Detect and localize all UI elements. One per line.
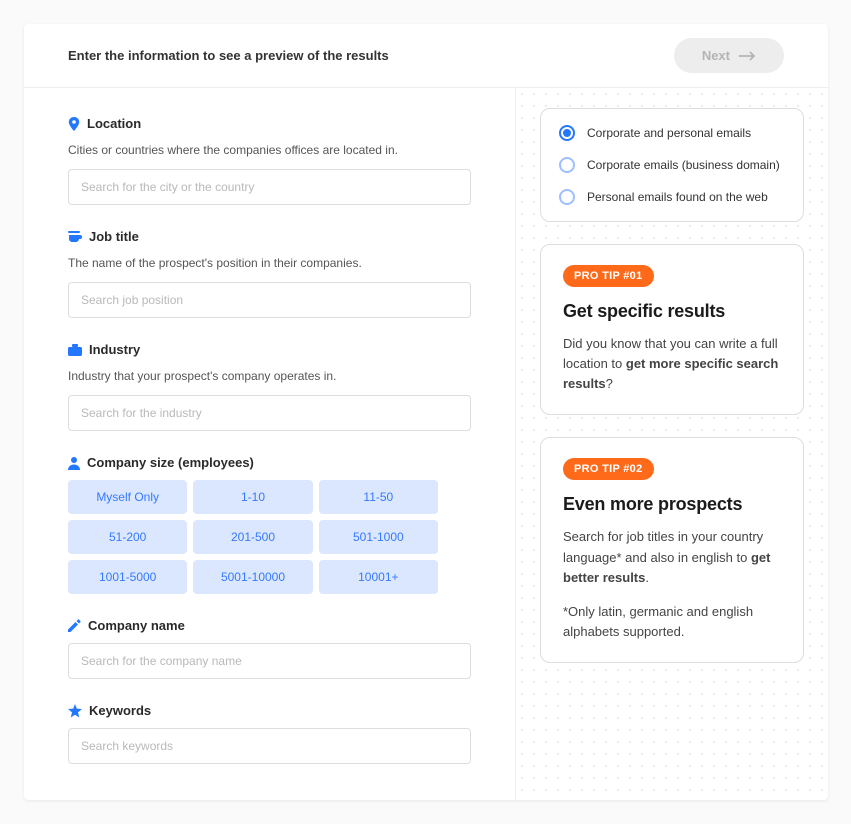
size-chip[interactable]: Myself Only <box>68 480 187 514</box>
size-chip[interactable]: 11-50 <box>319 480 438 514</box>
job-title-label: Job title <box>89 229 139 244</box>
radio-unchecked-icon <box>559 157 575 173</box>
keywords-input[interactable] <box>68 728 471 764</box>
job-title-heading: Job title <box>68 229 471 244</box>
email-filter-option[interactable]: Corporate and personal emails <box>559 125 785 141</box>
size-chip[interactable]: 51-200 <box>68 520 187 554</box>
location-input[interactable] <box>68 169 471 205</box>
tip-body: Did you know that you can write a full l… <box>563 334 781 394</box>
job-title-input[interactable] <box>68 282 471 318</box>
header: Enter the information to see a preview o… <box>24 24 828 88</box>
industry-input[interactable] <box>68 395 471 431</box>
briefcase-icon <box>68 344 82 356</box>
email-filter-label: Personal emails found on the web <box>587 190 768 204</box>
form-card: Enter the information to see a preview o… <box>24 24 828 800</box>
industry-label: Industry <box>89 342 140 357</box>
company-name-section: Company name <box>68 618 471 679</box>
company-name-input[interactable] <box>68 643 471 679</box>
tip-title: Get specific results <box>563 301 781 322</box>
radio-checked-icon <box>559 125 575 141</box>
keywords-label: Keywords <box>89 703 151 718</box>
industry-heading: Industry <box>68 342 471 357</box>
coffee-icon <box>68 231 82 243</box>
radio-unchecked-icon <box>559 189 575 205</box>
pencil-icon <box>68 619 81 632</box>
company-name-heading: Company name <box>68 618 471 633</box>
size-chip[interactable]: 10001+ <box>319 560 438 594</box>
tip-badge: PRO TIP #01 <box>563 265 654 287</box>
tip-title: Even more prospects <box>563 494 781 515</box>
form-panel: Location Cities or countries where the c… <box>24 88 515 800</box>
pro-tip-card: PRO TIP #01 Get specific results Did you… <box>540 244 804 415</box>
keywords-heading: Keywords <box>68 703 471 718</box>
email-filter-card: Corporate and personal emails Corporate … <box>540 108 804 222</box>
company-size-grid: Myself Only 1-10 11-50 51-200 201-500 50… <box>68 480 438 594</box>
map-pin-icon <box>68 117 80 131</box>
keywords-section: Keywords <box>68 703 471 764</box>
size-chip[interactable]: 1-10 <box>193 480 312 514</box>
location-section: Location Cities or countries where the c… <box>68 116 471 205</box>
size-chip[interactable]: 1001-5000 <box>68 560 187 594</box>
size-chip[interactable]: 5001-10000 <box>193 560 312 594</box>
email-filter-label: Corporate emails (business domain) <box>587 158 780 172</box>
email-filter-label: Corporate and personal emails <box>587 126 751 140</box>
pro-tip-card: PRO TIP #02 Even more prospects Search f… <box>540 437 804 663</box>
next-button[interactable]: Next <box>674 38 784 73</box>
body: Location Cities or countries where the c… <box>24 88 828 800</box>
company-size-heading: Company size (employees) <box>68 455 471 470</box>
size-chip[interactable]: 501-1000 <box>319 520 438 554</box>
email-filter-option[interactable]: Personal emails found on the web <box>559 189 785 205</box>
company-size-label: Company size (employees) <box>87 455 254 470</box>
job-title-section: Job title The name of the prospect's pos… <box>68 229 471 318</box>
location-desc: Cities or countries where the companies … <box>68 141 471 159</box>
page-title: Enter the information to see a preview o… <box>68 48 389 63</box>
company-name-label: Company name <box>88 618 185 633</box>
email-filter-option[interactable]: Corporate emails (business domain) <box>559 157 785 173</box>
star-icon <box>68 704 82 718</box>
arrow-right-icon <box>738 51 756 61</box>
tip-badge: PRO TIP #02 <box>563 458 654 480</box>
company-size-section: Company size (employees) Myself Only 1-1… <box>68 455 471 594</box>
tip-body: Search for job titles in your country la… <box>563 527 781 587</box>
industry-section: Industry Industry that your prospect's c… <box>68 342 471 431</box>
industry-desc: Industry that your prospect's company op… <box>68 367 471 385</box>
next-button-label: Next <box>702 48 730 63</box>
person-icon <box>68 456 80 470</box>
job-title-desc: The name of the prospect's position in t… <box>68 254 471 272</box>
tip-note: *Only latin, germanic and english alphab… <box>563 602 781 642</box>
location-label: Location <box>87 116 141 131</box>
location-heading: Location <box>68 116 471 131</box>
sidebar-panel: Corporate and personal emails Corporate … <box>515 88 828 800</box>
size-chip[interactable]: 201-500 <box>193 520 312 554</box>
